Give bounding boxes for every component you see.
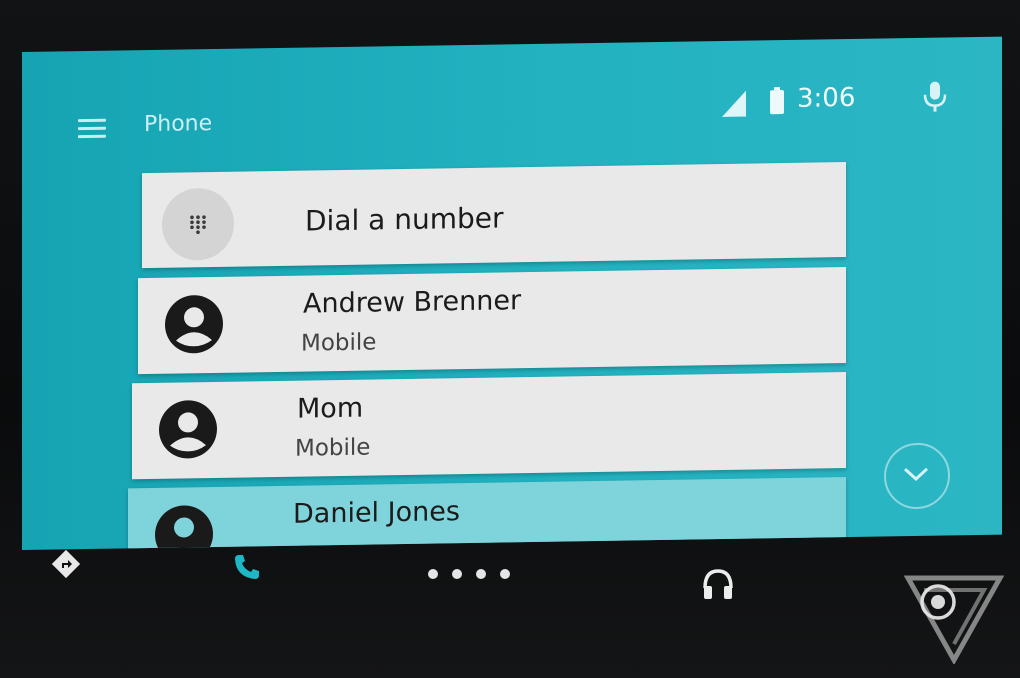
microphone-icon[interactable]: [922, 79, 948, 113]
phone-icon[interactable]: [232, 552, 262, 582]
person-icon: [159, 400, 217, 459]
home-dots-icon[interactable]: [428, 564, 524, 580]
contact-name: Andrew Brenner: [303, 285, 522, 320]
dialpad-icon: [162, 187, 234, 261]
contact-row[interactable]: Mom Mobile: [132, 372, 846, 480]
contact-row[interactable]: Andrew Brenner Mobile: [138, 267, 846, 375]
contact-number-type: Mobile: [295, 434, 371, 462]
hamburger-menu-icon[interactable]: [78, 118, 106, 139]
scroll-down-button[interactable]: [884, 442, 950, 510]
dial-number-button[interactable]: Dial a number: [142, 162, 846, 269]
dial-number-label: Dial a number: [305, 201, 504, 238]
contact-number-type: Mobile: [301, 329, 377, 357]
phone-screen: Phone 3:06 Dial a number Andrew Brenner …: [22, 36, 1002, 551]
person-icon: [155, 505, 213, 551]
signal-icon: [722, 90, 746, 118]
bottom-nav-bar: [0, 548, 1020, 638]
headphones-icon[interactable]: [700, 566, 736, 602]
navigation-icon[interactable]: [50, 548, 82, 580]
page-title: Phone: [144, 111, 213, 138]
person-icon: [165, 295, 223, 354]
contact-name: Mom: [297, 392, 364, 425]
clock: 3:06: [797, 82, 856, 114]
watermark-logo: [904, 575, 1004, 664]
battery-icon: [770, 90, 784, 115]
contact-name: Daniel Jones: [293, 496, 460, 530]
chevron-down-icon: [903, 467, 929, 481]
